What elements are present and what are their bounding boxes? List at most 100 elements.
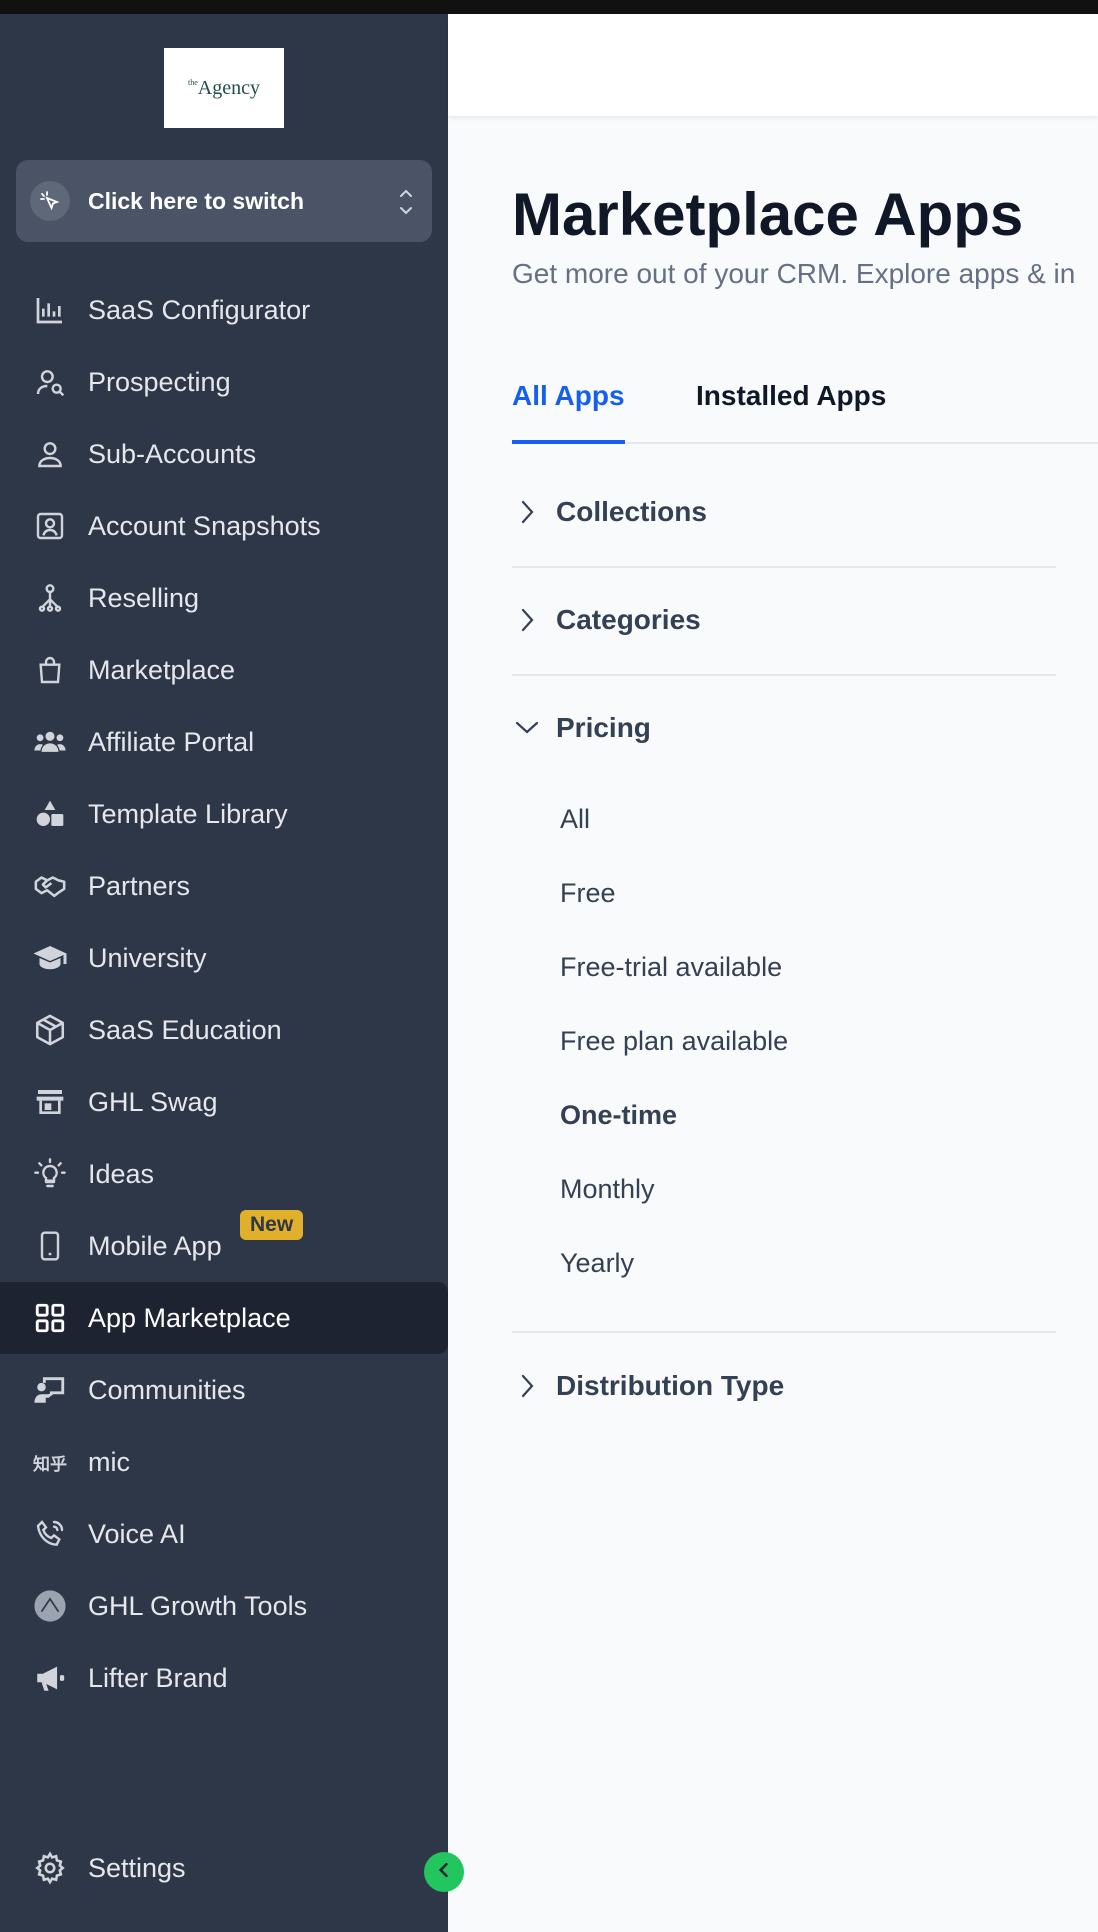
sidebar-item-label: Mobile App [88,1230,222,1261]
collapse-sidebar-button[interactable] [424,1852,464,1892]
filter-categories-label: Categories [556,604,701,635]
shopping-bag-icon [30,650,70,690]
sidebar-item-label: Ideas [88,1158,155,1189]
chevron-right-icon [512,499,542,525]
agency-logo[interactable]: the Agency [164,48,284,128]
sidebar-item-reselling[interactable]: Reselling [0,562,448,634]
window-top-edge [0,0,1098,14]
users-icon [30,722,70,762]
tab-installed-apps[interactable]: Installed Apps [696,380,886,444]
filter-categories[interactable]: Categories [512,604,1056,636]
sidebar-item-label: SaaS Configurator [88,294,311,325]
portrait-icon [30,506,70,546]
growth-icon [30,1586,70,1626]
sidebar-item-marketplace[interactable]: Marketplace [0,634,448,706]
chevron-left-icon [434,1860,454,1885]
pricing-option-yearly[interactable]: Yearly [560,1248,634,1279]
sidebar-item-label: Voice AI [88,1518,186,1549]
pricing-option-free[interactable]: Free [560,878,616,909]
filter-collections[interactable]: Collections [512,496,1056,528]
sidebar-item-sub-accounts[interactable]: Sub-Accounts [0,418,448,490]
filter-distribution-type[interactable]: Distribution Type [512,1370,1056,1402]
megaphone-icon [30,1658,70,1698]
handshake-icon [30,866,70,906]
sidebar-item-mobile-app[interactable]: Mobile App New [0,1210,448,1282]
user-icon [30,434,70,474]
pricing-option-free-trial[interactable]: Free-trial available [560,952,782,983]
sidebar-item-label: GHL Swag [88,1086,218,1117]
sidebar-item-saas-configurator[interactable]: SaaS Configurator [0,274,448,346]
sidebar-item-label: University [88,942,207,973]
sidebar-item-label: Template Library [88,798,288,829]
sidebar-item-label: Partners [88,870,191,901]
logo-small-text: the [188,77,198,87]
sidebar-item-label: App Marketplace [88,1302,291,1333]
zhihu-icon: 知乎 [30,1442,70,1482]
pricing-option-all[interactable]: All [560,804,590,835]
switcher-label: Click here to switch [88,187,305,214]
chevron-down-icon [512,718,542,738]
divider [512,674,1056,676]
settings-label: Settings [88,1852,186,1883]
pricing-option-free-plan[interactable]: Free plan available [560,1026,788,1057]
sidebar-item-label: SaaS Education [88,1014,282,1045]
sidebar-item-voice-ai[interactable]: Voice AI [0,1498,448,1570]
presentation-icon [30,1370,70,1410]
store-icon [30,1082,70,1122]
sidebar-item-partners[interactable]: Partners [0,850,448,922]
pricing-option-monthly[interactable]: Monthly [560,1174,655,1205]
sidebar-item-ghl-swag[interactable]: GHL Swag [0,1066,448,1138]
sidebar-item-saas-education[interactable]: SaaS Education [0,994,448,1066]
divider [512,1331,1056,1333]
sidebar-item-app-marketplace[interactable]: App Marketplace [0,1282,448,1354]
phone-icon [30,1226,70,1266]
sidebar-item-mic[interactable]: 知乎 mic [0,1426,448,1498]
top-header [448,14,1098,116]
chevron-right-icon [512,1373,542,1399]
box-icon [30,1010,70,1050]
account-switcher[interactable]: Click here to switch [16,160,432,242]
sidebar-item-account-snapshots[interactable]: Account Snapshots [0,490,448,562]
sidebar-item-ghl-growth-tools[interactable]: GHL Growth Tools [0,1570,448,1642]
filter-pricing[interactable]: Pricing [512,712,1056,744]
pointer-click-icon [30,181,70,221]
sidebar-item-ideas[interactable]: Ideas [0,1138,448,1210]
bar-chart-icon [30,290,70,330]
gear-icon [30,1848,70,1888]
user-search-icon [30,362,70,402]
sidebar-item-label: GHL Growth Tools [88,1590,308,1621]
sidebar-item-label: Sub-Accounts [88,438,257,469]
sidebar-item-label: Lifter Brand [88,1662,228,1693]
new-badge: New [240,1210,304,1240]
filter-pricing-label: Pricing [556,712,651,743]
page-subtitle: Get more out of your CRM. Explore apps &… [512,258,1076,289]
shapes-icon [30,794,70,834]
sidebar-item-affiliate-portal[interactable]: Affiliate Portal [0,706,448,778]
sidebar-item-label: mic [88,1446,130,1477]
chevron-up-down-icon [398,186,414,223]
sidebar-item-communities[interactable]: Communities [0,1354,448,1426]
tab-bar: All Apps Installed Apps [512,380,1098,444]
sidebar-item-label: Marketplace [88,654,236,685]
sidebar-item-university[interactable]: University [0,922,448,994]
sidebar-item-label: Reselling [88,582,200,613]
sidebar-item-label: Account Snapshots [88,510,321,541]
sidebar-item-template-library[interactable]: Template Library [0,778,448,850]
divider [512,566,1056,568]
sidebar-item-lifter-brand[interactable]: Lifter Brand [0,1642,448,1714]
sidebar-item-label: Affiliate Portal [88,726,255,757]
filter-distribution-label: Distribution Type [556,1370,785,1401]
sidebar-item-label: Prospecting [88,366,231,397]
pricing-option-one-time[interactable]: One-time [560,1100,677,1131]
chevron-right-icon [512,607,542,633]
logo-text: Agency [197,76,260,99]
sidebar: the Agency Click here to switch SaaS Con… [0,14,448,1932]
page-title: Marketplace Apps [512,181,1024,248]
filter-collections-label: Collections [556,496,707,527]
graduation-cap-icon [30,938,70,978]
sidebar-item-prospecting[interactable]: Prospecting [0,346,448,418]
sidebar-item-settings[interactable]: Settings [0,1832,448,1904]
lightbulb-icon [30,1154,70,1194]
sidebar-item-label: Communities [88,1374,246,1405]
tab-all-apps[interactable]: All Apps [512,380,625,444]
